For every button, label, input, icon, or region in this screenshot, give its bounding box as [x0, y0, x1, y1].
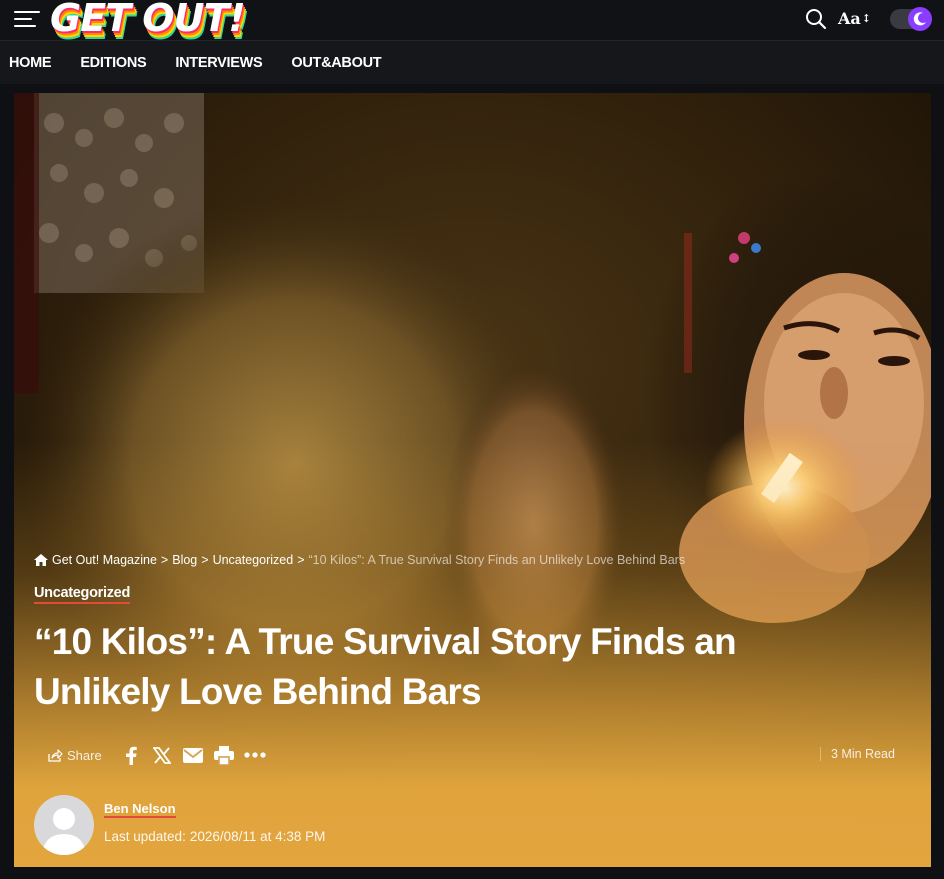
share-label: Share [67, 747, 102, 763]
main-nav: HOME EDITIONS INTERVIEWS OUT&ABOUT [0, 40, 944, 84]
breadcrumb-home[interactable]: Get Out! Magazine [52, 553, 157, 567]
search-icon[interactable] [805, 8, 827, 30]
site-logo[interactable]: GET OUT! [50, 0, 246, 40]
moon-icon [908, 7, 932, 31]
home-icon [34, 554, 48, 566]
breadcrumb-blog[interactable]: Blog [172, 553, 197, 567]
print-icon[interactable] [209, 744, 240, 766]
breadcrumb-separator: > [160, 553, 169, 567]
breadcrumb-category[interactable]: Uncategorized [213, 553, 294, 567]
breadcrumb-current: “10 Kilos”: A True Survival Story Finds … [308, 553, 686, 567]
last-updated: Last updated: 2026/08/11 at 4:38 PM [104, 829, 329, 844]
last-updated-label: Last updated: [104, 829, 186, 844]
read-time: 3 Min Read [820, 747, 895, 761]
menu-icon[interactable] [14, 9, 40, 29]
nav-item-editions[interactable]: EDITIONS [80, 55, 146, 71]
article-hero: Get Out! Magazine > Blog > Uncategorized… [14, 93, 931, 867]
category-link[interactable]: Uncategorized [34, 585, 130, 604]
font-size-label: Aa [838, 9, 861, 28]
top-bar: GET OUT! Aa↕ [0, 0, 944, 40]
logo-text: GET OUT! [50, 0, 246, 40]
breadcrumb-separator: > [297, 553, 305, 567]
dark-mode-toggle[interactable] [890, 7, 932, 31]
author-avatar[interactable] [34, 795, 94, 855]
email-icon[interactable] [178, 744, 209, 766]
share-icon [48, 748, 63, 762]
share-bar: Share [48, 744, 271, 766]
nav-item-interviews[interactable]: INTERVIEWS [175, 55, 262, 71]
article-title: “10 Kilos”: A True Survival Story Finds … [34, 621, 737, 712]
last-updated-value: 2026/08/11 at 4:38 PM [189, 829, 326, 844]
x-icon[interactable] [147, 744, 178, 766]
nav-item-home[interactable]: HOME [9, 55, 52, 71]
breadcrumb-separator: > [201, 553, 209, 567]
facebook-icon[interactable] [116, 744, 147, 766]
font-size-icon: ↕ [861, 12, 871, 25]
font-size-toggle[interactable]: Aa↕ [838, 9, 871, 28]
share-button[interactable]: Share [48, 748, 102, 763]
breadcrumb: Get Out! Magazine > Blog > Uncategorized… [34, 553, 685, 567]
more-icon[interactable] [240, 744, 271, 766]
author-name[interactable]: Ben Nelson [104, 802, 176, 818]
nav-item-out-about[interactable]: OUT&ABOUT [291, 55, 381, 71]
